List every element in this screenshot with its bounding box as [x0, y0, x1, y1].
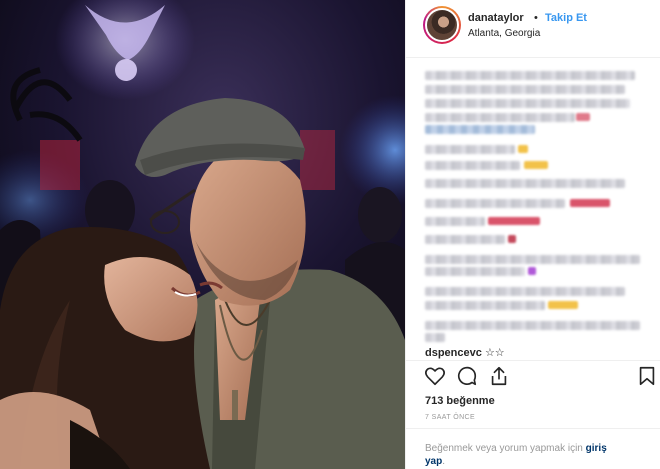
blurred-emoji	[518, 145, 528, 153]
share-icon[interactable]	[488, 365, 510, 387]
post-header: danataylor • Takip Et Atlanta, Georgia	[406, 0, 660, 58]
blurred-comment	[425, 301, 545, 310]
blurred-comment	[425, 145, 515, 154]
comment-item: dspencevc ☆☆	[425, 346, 505, 359]
blurred-comment	[425, 267, 525, 276]
login-link-yap[interactable]: yap	[425, 456, 442, 467]
location-link[interactable]: Atlanta, Georgia	[468, 28, 540, 39]
login-prompt: Beğenmek veya yorum yapmak için giriş ya…	[406, 428, 660, 469]
blurred-caption-line	[425, 71, 635, 80]
blurred-emoji	[488, 217, 540, 225]
blurred-comment	[425, 321, 640, 330]
blurred-caption-line	[425, 113, 575, 122]
blurred-emoji	[524, 161, 548, 169]
login-suffix: .	[442, 456, 446, 467]
blurred-comment	[425, 287, 625, 296]
blurred-comment	[425, 333, 445, 342]
blurred-caption-line	[425, 85, 625, 94]
login-text: Beğenmek veya yorum yapmak için giriş ya…	[425, 442, 650, 468]
blurred-comment	[425, 235, 505, 244]
separator-dot: •	[534, 12, 538, 24]
header-username[interactable]: danataylor	[468, 12, 524, 24]
login-link-giris[interactable]: giriş	[586, 443, 607, 454]
comment-username[interactable]: dspencevc	[425, 347, 482, 359]
blurred-emoji	[570, 199, 610, 207]
post-side-panel: danataylor • Takip Et Atlanta, Georgia d…	[405, 0, 660, 469]
blurred-comment	[425, 217, 485, 226]
post-timestamp: 7 SAAT ÖNCE	[425, 414, 476, 421]
blurred-emoji	[548, 301, 578, 309]
blurred-hashtags	[425, 125, 535, 134]
blurred-comment	[425, 199, 565, 208]
comment-icon[interactable]	[456, 365, 478, 387]
bookmark-icon[interactable]	[636, 365, 658, 387]
follow-button[interactable]: Takip Et	[545, 12, 587, 24]
comments-list[interactable]	[406, 59, 660, 357]
blurred-comment	[425, 161, 520, 170]
likes-count[interactable]: 713 beğenme	[425, 395, 495, 407]
photo-image	[0, 0, 405, 469]
blurred-emoji	[528, 267, 536, 275]
blurred-caption-line	[425, 99, 630, 108]
post-photo[interactable]	[0, 0, 405, 469]
blurred-emoji	[508, 235, 516, 243]
heart-icon[interactable]	[424, 365, 446, 387]
comment-text: ☆☆	[484, 347, 505, 359]
login-prefix: Beğenmek veya yorum yapmak için	[425, 443, 583, 454]
blurred-comment	[425, 255, 640, 264]
blurred-emoji	[576, 113, 590, 121]
blurred-comment	[425, 179, 625, 188]
avatar[interactable]	[423, 6, 461, 44]
